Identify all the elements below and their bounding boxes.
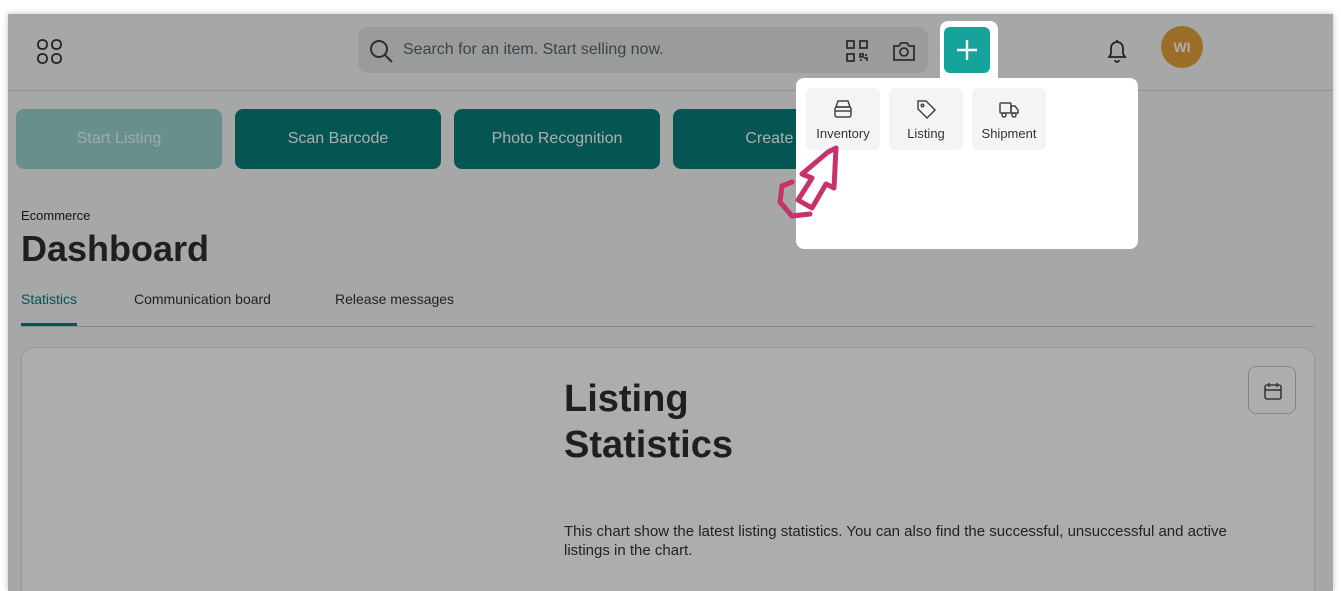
card-title: Listing Statistics (564, 376, 733, 468)
tag-icon (917, 100, 937, 120)
menu-item-shipment[interactable]: Shipment (972, 88, 1046, 150)
app-window: Search for an item. Start selling now. W… (8, 14, 1333, 591)
breadcrumb: Ecommerce (21, 208, 91, 223)
add-dropdown-menu: Inventory Listing Shipment (796, 78, 1138, 249)
scan-barcode-button[interactable]: Scan Barcode (235, 109, 441, 169)
qr-code-icon[interactable] (845, 39, 869, 63)
search-icon (368, 38, 394, 64)
plus-icon (957, 40, 977, 60)
tab-communication-board[interactable]: Communication board (134, 291, 271, 307)
menu-item-label: Shipment (981, 126, 1037, 141)
apps-grid-icon[interactable] (36, 38, 64, 66)
avatar[interactable]: WI (1161, 26, 1203, 68)
card-description: This chart show the latest listing stati… (564, 523, 1227, 559)
card-title-line1: Listing (564, 378, 689, 420)
search-placeholder[interactable]: Search for an item. Start selling now. (403, 41, 664, 59)
date-picker-button[interactable] (1248, 366, 1296, 414)
truck-icon (999, 102, 1019, 118)
menu-item-label: Listing (907, 126, 945, 141)
camera-icon[interactable] (891, 38, 917, 64)
start-listing-button[interactable]: Start Listing (16, 109, 222, 169)
bell-icon[interactable] (1104, 37, 1130, 65)
add-button[interactable] (944, 27, 990, 73)
tab-release-messages[interactable]: Release messages (335, 291, 454, 307)
menu-item-label: Inventory (816, 126, 870, 141)
listing-statistics-card: Listing Statistics This chart show the l… (21, 347, 1315, 591)
hand-pointer-icon (772, 144, 844, 231)
inventory-box-icon (834, 100, 852, 118)
menu-item-listing[interactable]: Listing (889, 88, 963, 150)
card-title-line2: Statistics (564, 424, 733, 466)
photo-recognition-button[interactable]: Photo Recognition (454, 109, 660, 169)
tab-statistics[interactable]: Statistics (21, 291, 77, 307)
calendar-icon (1264, 383, 1282, 400)
menu-item-inventory[interactable]: Inventory (806, 88, 880, 150)
search-bar[interactable]: Search for an item. Start selling now. (358, 27, 928, 73)
tabs-divider (21, 326, 1315, 327)
page-title: Dashboard (21, 228, 210, 269)
